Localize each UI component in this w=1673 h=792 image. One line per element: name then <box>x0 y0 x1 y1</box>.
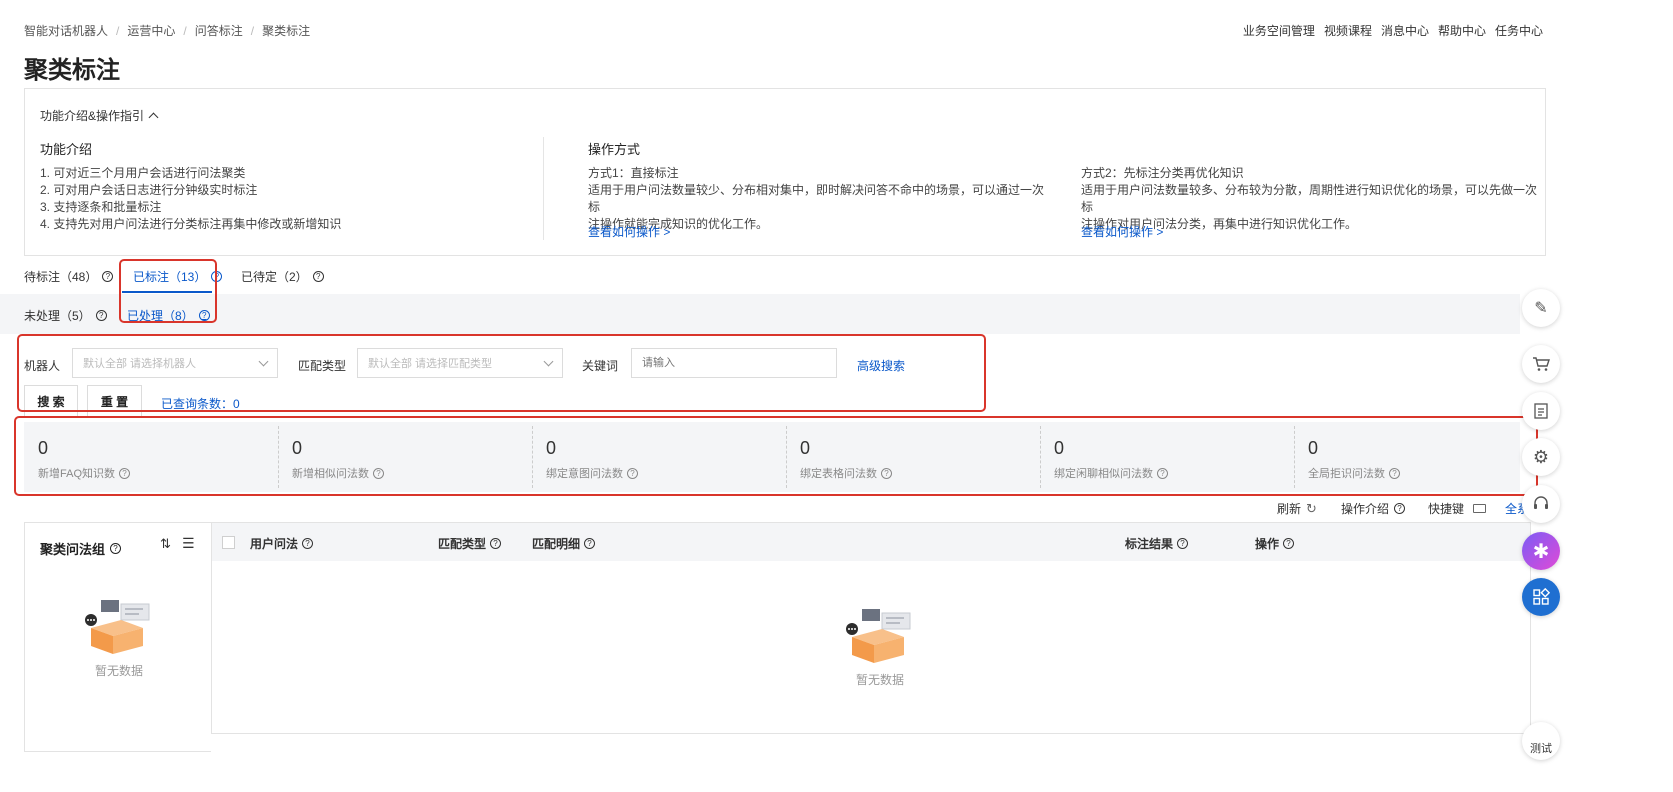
mode2-title: 方式2：先标注分类再优化知识 <box>1081 166 1244 180</box>
cluster-group-panel: 聚类问法组 ? ⇅ ☰ 暂无数据 <box>24 522 211 752</box>
highlight-box-tabs <box>119 259 217 323</box>
table-empty-text: 暂无数据 <box>856 673 905 687</box>
breadcrumb-separator: / <box>183 23 187 38</box>
subtab-unprocessed-label: 未处理（5） <box>24 309 91 323</box>
breadcrumb: 智能对话机器人 / 运营中心 / 问答标注 / 聚类标注 <box>24 22 310 39</box>
help-icon[interactable]: ? <box>1177 538 1189 549</box>
col-match-detail-label: 匹配明细 <box>532 537 581 551</box>
api-doc-icon <box>1534 403 1548 419</box>
help-icon[interactable]: ? <box>1283 538 1295 549</box>
shortcut-button[interactable]: 快捷键 <box>1428 500 1487 517</box>
keyboard-icon <box>1473 504 1487 513</box>
support-tool-button[interactable] <box>1522 485 1560 523</box>
select-all-checkbox[interactable] <box>222 536 235 549</box>
col-match-type-label: 匹配类型 <box>438 537 487 551</box>
cluster-group-title-wrap: 聚类问法组 ? <box>40 539 122 558</box>
ai-assistant-button[interactable]: ✱ <box>1522 532 1560 570</box>
guide-divider <box>543 137 544 240</box>
empty-box-icon <box>85 600 150 654</box>
help-icon[interactable]: ? <box>110 543 122 554</box>
sparkle-icon: ✱ <box>1532 540 1550 563</box>
sort-icon[interactable]: ⇅ <box>160 536 171 552</box>
mode1-howto-link[interactable]: 查看如何操作 > <box>588 223 670 240</box>
col-match-type: 匹配类型? <box>438 535 502 552</box>
message-center-link[interactable]: 消息中心 <box>1381 22 1429 39</box>
help-icon[interactable]: ? <box>302 538 314 549</box>
cart-tool-button[interactable] <box>1522 345 1560 383</box>
guide-toggle[interactable]: 功能介绍&操作指引 <box>40 107 159 124</box>
apps-menu-button[interactable] <box>1522 578 1560 616</box>
breadcrumb-item-ops-center[interactable]: 运营中心 <box>127 22 175 39</box>
subtab-band <box>0 294 1520 334</box>
col-annotation-result: 标注结果? <box>1125 535 1189 552</box>
help-icon[interactable]: ? <box>584 538 596 549</box>
col-actions: 操作? <box>1255 535 1295 552</box>
col-match-detail: 匹配明细? <box>532 535 596 552</box>
table-header: 用户问法? 匹配类型? 匹配明细? 标注结果? 操作? <box>212 523 1530 561</box>
api-tool-button[interactable] <box>1522 392 1560 430</box>
guide-panel: 功能介绍&操作指引 功能介绍 1. 可对近三个月用户会话进行问法聚类 2. 可对… <box>24 88 1546 256</box>
breadcrumb-separator: / <box>250 23 255 38</box>
intro-item: 1. 可对近三个月用户会话进行问法聚类 <box>40 166 246 180</box>
breadcrumb-item-cluster-annotation: 聚类标注 <box>262 24 311 38</box>
help-icon: ? <box>1394 503 1406 514</box>
intro-list: 1. 可对近三个月用户会话进行问法聚类 2. 可对用户会话日志进行分钟级实时标注… <box>40 165 341 233</box>
ops-intro-label: 操作介绍 <box>1341 502 1390 516</box>
empty-box-icon <box>846 609 911 663</box>
test-label: 测试 <box>1530 743 1552 755</box>
video-course-link[interactable]: 视频课程 <box>1324 22 1372 39</box>
task-center-link[interactable]: 任务中心 <box>1495 22 1543 39</box>
mode2-desc: 适用于用户问法数量较多、分布较为分散，周期性进行知识优化的场景，可以先做一次标 <box>1081 183 1538 214</box>
col-user-query-label: 用户问法 <box>250 537 299 551</box>
help-icon[interactable]: ? <box>95 310 107 321</box>
help-icon[interactable]: ? <box>102 271 114 282</box>
intro-item: 3. 支持逐条和批量标注 <box>40 200 162 214</box>
breadcrumb-item-qa-annotation[interactable]: 问答标注 <box>195 22 243 39</box>
workspace-manage-link[interactable]: 业务空间管理 <box>1243 22 1315 39</box>
shortcut-label: 快捷键 <box>1428 502 1465 516</box>
cart-icon <box>1533 357 1550 371</box>
list-indent-icon[interactable]: ☰ <box>182 535 195 552</box>
col-annotation-result-label: 标注结果 <box>1125 537 1174 551</box>
headset-icon <box>1534 496 1548 509</box>
guide-toggle-label: 功能介绍&操作指引 <box>40 109 145 123</box>
refresh-label: 刷新 <box>1277 502 1302 516</box>
settings-tool-button[interactable]: ⚙ <box>1522 438 1560 476</box>
annotation-table: 用户问法? 匹配类型? 匹配明细? 标注结果? 操作? 暂无数据 <box>211 522 1531 734</box>
mode1-desc: 适用于用户问法数量较少、分布相对集中，即时解决问答不命中的场景，可以通过一次标 <box>588 183 1045 214</box>
apps-grid-icon <box>1533 588 1550 605</box>
help-center-link[interactable]: 帮助中心 <box>1438 22 1486 39</box>
tab-pending[interactable]: 待标注（48） ? <box>24 268 114 285</box>
intro-item: 4. 支持先对用户问法进行分类标注再集中修改或新增知识 <box>40 217 342 231</box>
cluster-group-title: 聚类问法组 <box>40 542 106 557</box>
breadcrumb-item-robot[interactable]: 智能对话机器人 <box>24 22 108 39</box>
mode2-howto-link[interactable]: 查看如何操作 > <box>1081 223 1163 240</box>
ops-title: 操作方式 <box>588 142 641 157</box>
highlight-box-filters <box>17 334 986 412</box>
tab-undecided[interactable]: 已待定（2） ? <box>241 268 324 285</box>
pencil-icon: ✎ <box>1534 300 1548 317</box>
tab-pending-label: 待标注（48） <box>24 270 98 284</box>
ops-intro-button[interactable]: 操作介绍 ? <box>1341 500 1406 517</box>
col-user-query: 用户问法? <box>250 535 314 552</box>
intro-title: 功能介绍 <box>40 142 93 157</box>
page-title: 聚类标注 <box>24 57 120 84</box>
help-icon[interactable]: ? <box>490 538 502 549</box>
intro-item: 2. 可对用户会话日志进行分钟级实时标注 <box>40 183 258 197</box>
test-button[interactable]: 测试 <box>1522 722 1560 760</box>
cluster-empty-text: 暂无数据 <box>95 664 144 678</box>
subtab-unprocessed[interactable]: 未处理（5） ? <box>24 307 107 324</box>
mode1-title: 方式1：直接标注 <box>588 166 679 180</box>
highlight-box-stats <box>14 416 1538 496</box>
col-actions-label: 操作 <box>1255 537 1280 551</box>
tab-undecided-label: 已待定（2） <box>241 270 308 284</box>
help-icon[interactable]: ? <box>312 271 324 282</box>
refresh-icon: ↻ <box>1306 500 1317 516</box>
gear-icon: ⚙ <box>1532 446 1550 467</box>
breadcrumb-separator: / <box>116 23 120 38</box>
edit-tool-button[interactable]: ✎ <box>1522 289 1560 327</box>
chevron-up-icon <box>148 112 159 123</box>
top-nav-links: 业务空间管理 视频课程 消息中心 帮助中心 任务中心 <box>1243 22 1543 39</box>
refresh-button[interactable]: 刷新 ↻ <box>1277 500 1317 517</box>
